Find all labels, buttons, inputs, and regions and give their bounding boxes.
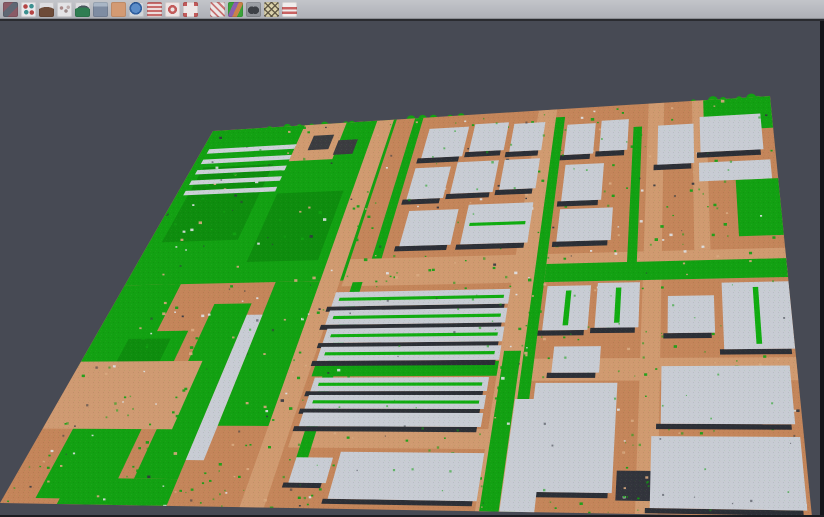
classify-mixed-icon[interactable]	[3, 2, 18, 17]
ortho-image-icon[interactable]	[111, 2, 126, 17]
viewport-3d[interactable]	[0, 21, 824, 517]
app-window	[0, 0, 824, 517]
clip-box-icon[interactable]	[183, 2, 198, 17]
main-toolbar	[0, 0, 824, 19]
toolbar-separator	[199, 2, 208, 17]
viewport-container	[0, 21, 824, 517]
fence-grid-icon[interactable]	[210, 2, 225, 17]
window-edge-right	[820, 21, 824, 517]
section-view-icon[interactable]	[93, 2, 108, 17]
control-points-icon[interactable]	[264, 2, 279, 17]
points-sparse-icon[interactable]	[57, 2, 72, 17]
globe-view-icon[interactable]	[129, 2, 144, 17]
report-table-icon[interactable]	[282, 2, 297, 17]
layer-stack-icon[interactable]	[147, 2, 162, 17]
target-circle-icon[interactable]	[165, 2, 180, 17]
classified-cloud-icon[interactable]	[228, 2, 243, 17]
points-classes-icon[interactable]	[21, 2, 36, 17]
dtm-surface-icon[interactable]	[75, 2, 90, 17]
tin-surface-icon[interactable]	[39, 2, 54, 17]
measure-dark-icon[interactable]	[246, 2, 261, 17]
